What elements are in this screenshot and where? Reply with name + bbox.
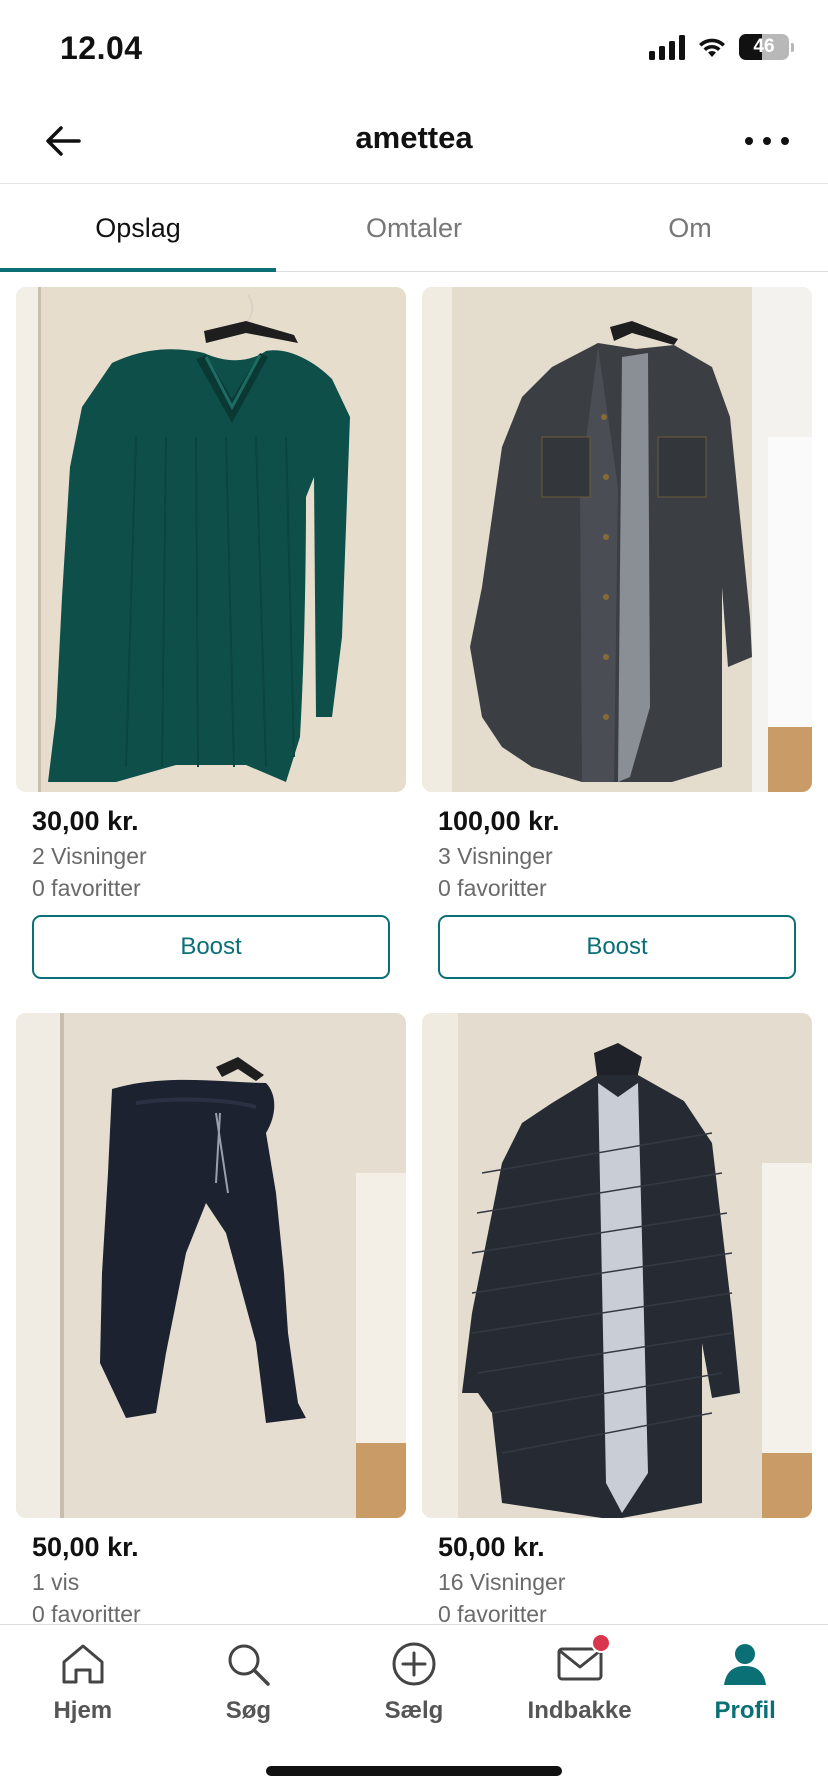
listing-views: 1 vis (32, 1569, 80, 1595)
profile-tabs: Opslag Omtaler Om (0, 185, 828, 272)
more-horizontal-icon (745, 137, 789, 145)
nav-home[interactable]: Hjem (0, 1639, 166, 1739)
listing-card[interactable]: 100,00 kr. 3 Visninger 0 favoritter Boos… (422, 287, 812, 979)
boost-button[interactable]: Boost (32, 915, 390, 979)
listings-grid: 30,00 kr. 2 Visninger 0 favoritter Boost (16, 287, 812, 1627)
tab-om[interactable]: Om (552, 185, 828, 271)
listing-card[interactable]: 50,00 kr. 16 Visninger 0 favoritter (422, 1013, 812, 1627)
nav-inbox[interactable]: Indbakke (497, 1633, 663, 1739)
listing-card[interactable]: 30,00 kr. 2 Visninger 0 favoritter Boost (16, 287, 406, 979)
inbox-notification-badge (590, 1633, 611, 1653)
home-icon (58, 1639, 108, 1689)
listing-photo-quilted-jacket[interactable] (422, 1013, 812, 1518)
listing-price: 50,00 kr. (32, 1532, 139, 1562)
nav-label-search: Søg (225, 1697, 272, 1724)
listing-favorites: 0 favoritter (438, 875, 547, 901)
page-title: amettea (355, 120, 473, 155)
nav-sell[interactable]: Sælg (331, 1639, 497, 1739)
listing-price: 100,00 kr. (438, 806, 560, 836)
listing-views: 16 Visninger (438, 1569, 566, 1595)
nav-label-home: Hjem (53, 1697, 113, 1724)
listing-photo-navy-trousers[interactable] (16, 1013, 406, 1518)
search-icon (223, 1639, 273, 1689)
profile-header: amettea (0, 100, 828, 184)
more-options-button[interactable] (742, 118, 792, 164)
listing-price: 30,00 kr. (32, 806, 139, 836)
home-indicator (266, 1766, 562, 1776)
listing-photo-denim-jacket[interactable] (422, 287, 812, 792)
profile-icon (720, 1639, 770, 1689)
nav-profile[interactable]: Profil (662, 1639, 828, 1739)
status-icons: 46 (649, 34, 794, 60)
listing-price: 50,00 kr. (438, 1532, 545, 1562)
tab-omtaler[interactable]: Omtaler (276, 185, 552, 271)
bottom-navigation: Hjem Søg Sælg Indbakke Profil (0, 1624, 828, 1792)
listing-views: 2 Visninger (32, 843, 147, 869)
wifi-icon (699, 38, 725, 57)
nav-label-sell: Sælg (384, 1697, 444, 1724)
plus-circle-icon (389, 1639, 439, 1689)
listing-favorites: 0 favoritter (32, 875, 141, 901)
listing-photo-teal-top[interactable] (16, 287, 406, 792)
nav-label-profile: Profil (714, 1697, 776, 1724)
nav-search[interactable]: Søg (166, 1639, 332, 1739)
listing-views: 3 Visninger (438, 843, 553, 869)
nav-label-inbox: Indbakke (527, 1697, 632, 1724)
status-bar: 12.04 46 (0, 0, 828, 100)
mail-icon (555, 1633, 611, 1689)
battery-icon: 46 (739, 34, 789, 60)
battery-tip (791, 42, 794, 52)
listing-card[interactable]: 50,00 kr. 1 vis 0 favoritter (16, 1013, 406, 1627)
tab-opslag[interactable]: Opslag (0, 185, 276, 272)
status-time: 12.04 (60, 30, 143, 66)
cellular-signal-icon (649, 34, 685, 60)
boost-button[interactable]: Boost (438, 915, 796, 979)
battery-percent: 46 (753, 36, 775, 57)
